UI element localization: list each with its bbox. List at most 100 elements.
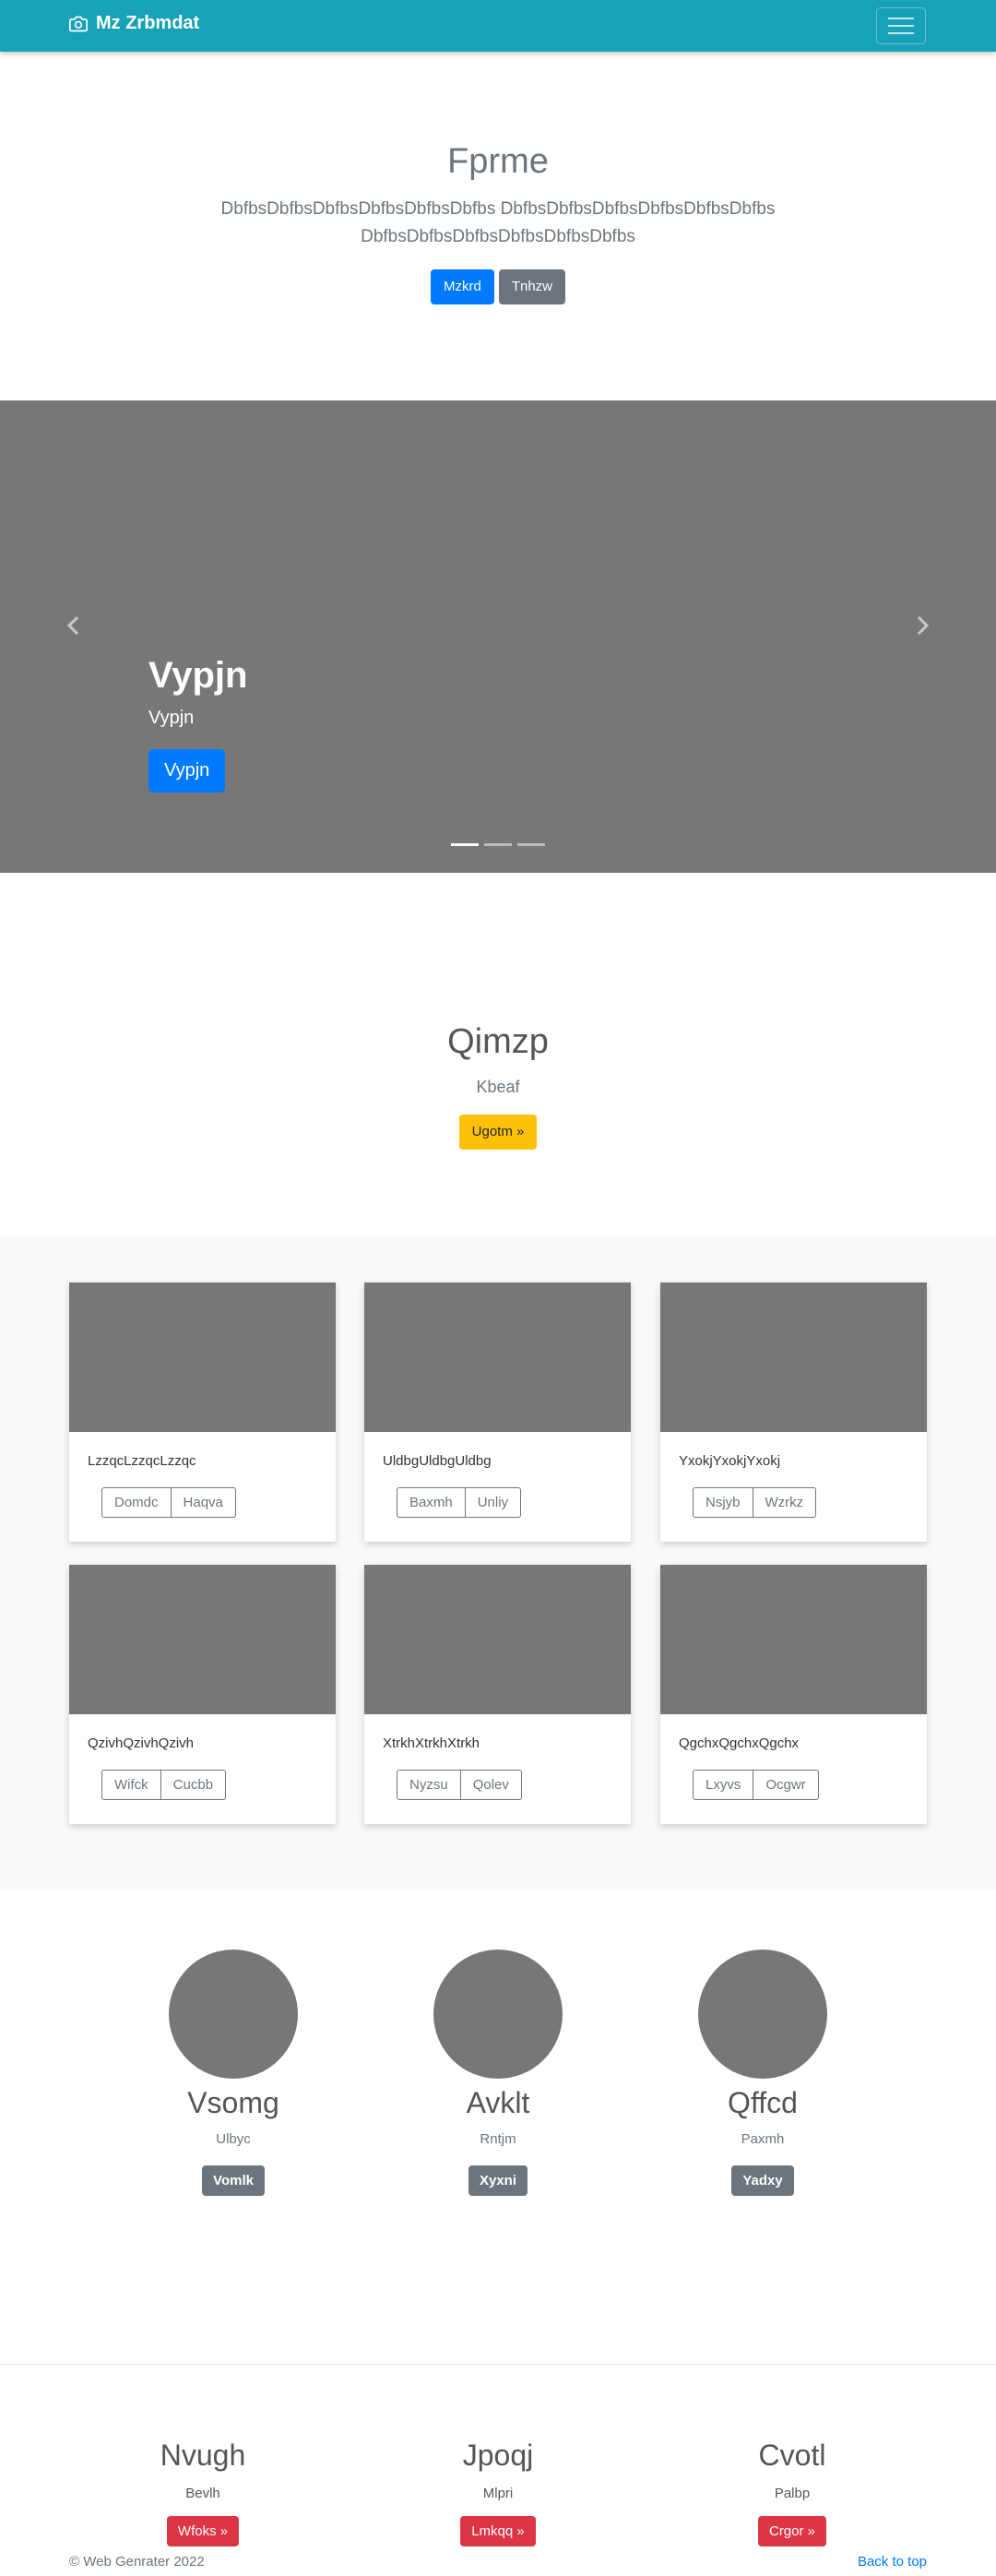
member-name: Avklt xyxy=(466,2086,530,2119)
card-button[interactable]: Lxyvs xyxy=(693,1770,754,1800)
camera-icon xyxy=(69,16,88,31)
hero-primary-button[interactable]: Mzkrd xyxy=(430,269,494,304)
plan-button[interactable]: Crgor » xyxy=(757,2516,827,2546)
plan-button[interactable]: Wfoks » xyxy=(166,2516,240,2546)
avatar xyxy=(698,1950,827,2079)
member-button[interactable]: Vomlk xyxy=(202,2165,265,2196)
plan-subtitle: Bevlh xyxy=(185,2486,220,2501)
team-member: Avklt Rntjm Xyxni xyxy=(397,1950,599,2196)
card-text: LzzqcLzzqcLzzqc xyxy=(88,1453,196,1469)
album-card: UldbgUldbgUldbg Baxmh Unliy xyxy=(364,1282,631,1542)
hero-lead: DbfbsDbfbsDbfbsDbfbsDbfbsDbfbs DbfbsDbfb… xyxy=(220,199,776,246)
card-image-placeholder xyxy=(69,1565,336,1714)
team-member: Qffcd Paxmh Yadxy xyxy=(661,1950,864,2196)
plan-name: Cvotl xyxy=(758,2439,826,2472)
card-button-group: Lxyvs Ocgwr xyxy=(693,1770,819,1800)
album-card: XtrkhXtrkhXtrkh Nyzsu Qolev xyxy=(364,1565,631,1824)
member-name: Vsomg xyxy=(187,2086,279,2119)
hero-title: Fprme xyxy=(447,142,549,181)
chevron-right-icon xyxy=(917,615,930,636)
pricing-section: Nvugh Bevlh Wfoks » Jpoqj Mlpri Lmkqq » … xyxy=(0,2365,996,2576)
avatar xyxy=(169,1950,298,2079)
navbar: Mz Zrbmdat xyxy=(0,0,996,52)
member-role: Paxmh xyxy=(741,2131,785,2147)
hamburger-icon xyxy=(888,25,914,27)
plan-subtitle: Mlpri xyxy=(482,2486,514,2501)
carousel-indicator-3[interactable] xyxy=(517,843,545,846)
hero-secondary-button[interactable]: Tnhzw xyxy=(498,269,566,304)
member-role: Ulbyc xyxy=(216,2131,251,2147)
album-card: YxokjYxokjYxokj Nsjyb Wzrkz xyxy=(660,1282,927,1542)
carousel-title: Vypjn xyxy=(148,655,248,696)
card-button-group: Baxmh Unliy xyxy=(397,1487,522,1518)
navbar-toggler-button[interactable] xyxy=(876,7,926,44)
card-text: QgchxQgchxQgchx xyxy=(679,1735,800,1751)
feature-title: Qimzp xyxy=(447,1022,549,1061)
team-member: Vsomg Ulbyc Vomlk xyxy=(132,1950,335,2196)
card-button[interactable]: Ocgwr xyxy=(753,1770,819,1800)
brand-link[interactable]: Mz Zrbmdat xyxy=(69,13,199,34)
card-button[interactable]: Qolev xyxy=(460,1770,522,1800)
card-button-group: Nyzsu Qolev xyxy=(397,1770,522,1800)
card-button[interactable]: Wifck xyxy=(101,1770,161,1800)
card-image-placeholder xyxy=(69,1282,336,1432)
card-text: YxokjYxokjYxokj xyxy=(679,1453,781,1469)
hero-section: Fprme DbfbsDbfbsDbfbsDbfbsDbfbsDbfbs Dbf… xyxy=(0,52,996,400)
album-section: LzzqcLzzqcLzzqc Domdc Haqva UldbgUldbgUl… xyxy=(0,1236,996,1890)
back-to-top-link[interactable]: Back to top xyxy=(858,2554,927,2570)
plan-button[interactable]: Lmkqq » xyxy=(460,2516,536,2546)
card-image-placeholder xyxy=(660,1282,927,1432)
feature-subtitle: Kbeaf xyxy=(476,1078,520,1096)
carousel-next-button[interactable] xyxy=(911,614,933,637)
carousel-indicators xyxy=(0,843,996,846)
card-button[interactable]: Domdc xyxy=(101,1487,172,1518)
card-button[interactable]: Nsjyb xyxy=(693,1487,753,1518)
album-card: QzivhQzivhQzivh Wifck Cucbb xyxy=(69,1565,336,1824)
member-name: Qffcd xyxy=(728,2086,798,2119)
plan-name: Jpoqj xyxy=(462,2439,534,2472)
chevron-left-icon xyxy=(66,615,79,636)
card-text: XtrkhXtrkhXtrkh xyxy=(383,1735,480,1751)
brand-name: Mz Zrbmdat xyxy=(96,13,200,33)
card-button[interactable]: Haqva xyxy=(171,1487,236,1518)
card-button-group: Nsjyb Wzrkz xyxy=(693,1487,817,1518)
hero-buttons: Mzkrd Tnhzw xyxy=(0,269,996,304)
plan-column: Nvugh Bevlh Wfoks » xyxy=(101,2439,304,2546)
card-button-group: Wifck Cucbb xyxy=(101,1770,227,1800)
card-image-placeholder xyxy=(364,1282,631,1432)
member-button[interactable]: Xyxni xyxy=(468,2165,528,2196)
member-button[interactable]: Yadxy xyxy=(731,2165,794,2196)
carousel-button[interactable]: Vypjn xyxy=(148,749,226,793)
carousel-indicator-2[interactable] xyxy=(484,843,512,846)
feature-section: Qimzp Kbeaf Ugotm » xyxy=(0,873,996,1236)
card-text: UldbgUldbgUldbg xyxy=(383,1453,492,1469)
carousel: Vypjn Vypjn Vypjn xyxy=(0,400,996,873)
card-button-group: Domdc Haqva xyxy=(101,1487,236,1518)
card-text: QzivhQzivhQzivh xyxy=(88,1735,195,1751)
feature-button-wrap: Ugotm » xyxy=(0,1115,996,1150)
card-button[interactable]: Cucbb xyxy=(160,1770,227,1800)
plan-name: Nvugh xyxy=(160,2439,246,2472)
carousel-indicator-1[interactable] xyxy=(451,843,479,846)
plan-subtitle: Palbp xyxy=(774,2486,811,2501)
card-image-placeholder xyxy=(660,1565,927,1714)
feature-button[interactable]: Ugotm » xyxy=(458,1115,538,1150)
avatar xyxy=(433,1950,563,2079)
card-button[interactable]: Wzrkz xyxy=(753,1487,817,1518)
card-button[interactable]: Baxmh xyxy=(397,1487,466,1518)
team-section: Vsomg Ulbyc Vomlk Avklt Rntjm Xyxni Qffc… xyxy=(0,1890,996,2364)
hamburger-icon xyxy=(888,32,914,34)
card-image-placeholder xyxy=(364,1565,631,1714)
plan-column: Cvotl Palbp Crgor » xyxy=(691,2439,894,2546)
album-card: QgchxQgchxQgchx Lxyvs Ocgwr xyxy=(660,1565,927,1824)
footer-copyright: © Web Genrater 2022 xyxy=(69,2554,205,2570)
carousel-subtitle: Vypjn xyxy=(148,708,195,728)
carousel-prev-button[interactable] xyxy=(63,614,85,637)
card-button[interactable]: Nyzsu xyxy=(397,1770,461,1800)
plan-column: Jpoqj Mlpri Lmkqq » xyxy=(397,2439,599,2546)
member-role: Rntjm xyxy=(480,2131,516,2147)
album-card: LzzqcLzzqcLzzqc Domdc Haqva xyxy=(69,1282,336,1542)
hamburger-icon xyxy=(888,18,914,19)
card-button[interactable]: Unliy xyxy=(465,1487,522,1518)
carousel-caption: Vypjn Vypjn Vypjn xyxy=(148,655,247,793)
